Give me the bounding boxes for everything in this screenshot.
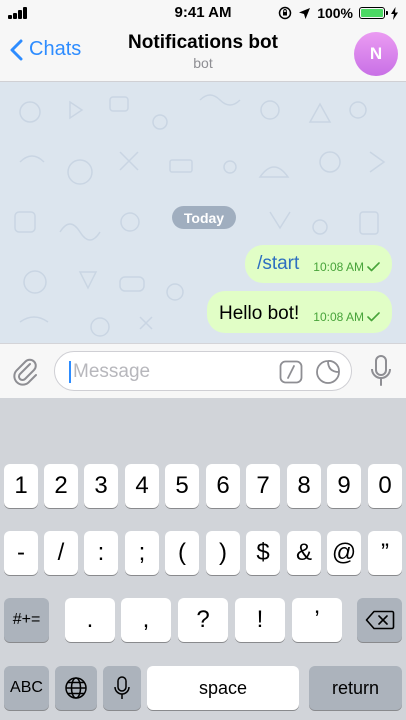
key-apostrophe[interactable]: ’ <box>292 598 342 642</box>
dictation-key[interactable] <box>103 666 141 710</box>
battery-level <box>361 9 383 17</box>
bot-command-icon[interactable] <box>279 360 303 384</box>
chat-title: Notifications bot <box>128 32 278 53</box>
key-exclamation[interactable]: ! <box>235 598 285 642</box>
chat-subtitle: bot <box>193 55 213 71</box>
key-comma[interactable]: , <box>121 598 171 642</box>
key-3[interactable]: 3 <box>84 464 118 508</box>
chat-title-area[interactable]: Notifications bot bot <box>0 32 406 71</box>
outgoing-message[interactable]: Hello bot! 10:08 AM <box>207 291 392 333</box>
key-slash[interactable]: / <box>44 531 78 575</box>
outgoing-message[interactable]: /start 10:08 AM <box>245 245 392 283</box>
key-dollar[interactable]: $ <box>246 531 280 575</box>
orientation-lock-icon <box>278 6 292 20</box>
message-time: 10:08 AM <box>313 310 364 324</box>
read-check-icon <box>367 312 380 322</box>
avatar[interactable]: N <box>354 32 398 76</box>
globe-icon <box>65 677 87 699</box>
battery-icon <box>359 7 388 19</box>
date-separator: Today <box>172 206 236 229</box>
charging-bolt-icon <box>391 6 398 20</box>
text-caret <box>69 361 71 383</box>
key-0[interactable]: 0 <box>368 464 402 508</box>
message-text[interactable]: /start <box>257 253 299 275</box>
message-input[interactable] <box>73 358 273 386</box>
key-5[interactable]: 5 <box>165 464 199 508</box>
message-list[interactable]: Today /start 10:08 AM Hello bot! 10:08 A… <box>0 82 406 343</box>
chat-header: Chats Notifications bot bot N <box>0 26 406 82</box>
backspace-icon <box>365 610 394 630</box>
key-quote[interactable]: ” <box>368 531 402 575</box>
key-9[interactable]: 9 <box>327 464 361 508</box>
message-time: 10:08 AM <box>313 260 364 274</box>
key-4[interactable]: 4 <box>125 464 159 508</box>
return-key[interactable]: return <box>309 666 402 710</box>
key-semicolon[interactable]: ; <box>125 531 159 575</box>
key-more-symbols[interactable]: #+= <box>4 598 49 642</box>
attachment-icon[interactable] <box>10 356 40 386</box>
key-period[interactable]: . <box>65 598 115 642</box>
key-at[interactable]: @ <box>327 531 361 575</box>
key-hyphen[interactable]: - <box>4 531 38 575</box>
key-8[interactable]: 8 <box>287 464 321 508</box>
key-2[interactable]: 2 <box>44 464 78 508</box>
key-abc[interactable]: ABC <box>4 666 49 710</box>
read-check-icon <box>367 262 380 272</box>
key-open-paren[interactable]: ( <box>165 531 199 575</box>
message-text: Hello bot! <box>219 303 300 324</box>
space-key[interactable]: space <box>147 666 299 710</box>
message-input-wrapper[interactable] <box>54 351 352 391</box>
key-6[interactable]: 6 <box>206 464 240 508</box>
key-ampersand[interactable]: & <box>287 531 321 575</box>
battery-percent: 100% <box>317 5 353 21</box>
key-colon[interactable]: : <box>84 531 118 575</box>
location-arrow-icon <box>299 7 311 19</box>
backspace-key[interactable] <box>357 598 402 642</box>
key-7[interactable]: 7 <box>246 464 280 508</box>
key-close-paren[interactable]: ) <box>206 531 240 575</box>
on-screen-keyboard: 1 2 3 4 5 6 7 8 9 0 - / : ; ( ) $ & @ ” … <box>0 398 406 720</box>
key-question[interactable]: ? <box>178 598 228 642</box>
globe-key[interactable] <box>55 666 97 710</box>
message-composer <box>0 343 406 398</box>
status-bar: 9:41 AM 100% <box>0 0 406 26</box>
key-1[interactable]: 1 <box>4 464 38 508</box>
sticker-icon[interactable] <box>315 359 341 385</box>
microphone-icon[interactable] <box>370 355 392 387</box>
microphone-icon <box>114 676 130 699</box>
